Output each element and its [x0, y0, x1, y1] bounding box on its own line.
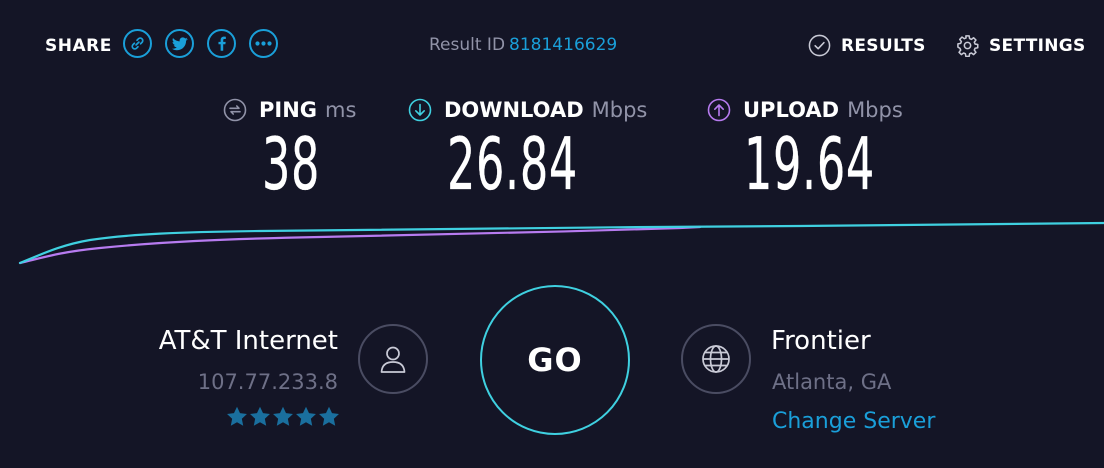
result-id: Result ID 8181416629 [429, 35, 617, 55]
ping-label: PING [259, 98, 318, 122]
server-location: Atlanta, GA [772, 370, 892, 394]
star-icon[interactable] [295, 406, 317, 427]
upload-value: 19.64 [744, 122, 875, 206]
gear-icon [956, 34, 979, 57]
upload-arrow-icon [707, 98, 731, 122]
link-icon[interactable] [123, 29, 152, 58]
ping-metric: PING ms [223, 98, 356, 122]
globe-icon [681, 324, 751, 394]
download-label: DOWNLOAD [444, 98, 584, 122]
result-id-value[interactable]: 8181416629 [509, 35, 617, 55]
more-icon[interactable] [249, 29, 278, 58]
ping-value: 38 [262, 122, 321, 206]
ping-unit: ms [325, 98, 357, 122]
upload-metric: UPLOAD Mbps [707, 98, 903, 122]
facebook-icon[interactable] [207, 29, 236, 58]
share-label: SHARE [45, 36, 112, 56]
server-name: Frontier [771, 326, 871, 356]
download-arrow-icon [408, 98, 432, 122]
results-label: RESULTS [841, 35, 926, 56]
isp-ip-address: 107.77.233.8 [197, 370, 338, 394]
user-icon [358, 324, 428, 394]
change-server-link[interactable]: Change Server [772, 409, 935, 434]
star-icon[interactable] [226, 406, 248, 427]
results-button[interactable]: RESULTS [808, 34, 926, 57]
star-icon[interactable] [318, 406, 340, 427]
download-value: 26.84 [447, 122, 578, 206]
check-circle-icon [808, 34, 831, 57]
star-icon[interactable] [249, 406, 271, 427]
ping-icon [223, 98, 247, 122]
result-id-label: Result ID [429, 35, 506, 55]
isp-rating[interactable] [226, 406, 341, 427]
go-button[interactable]: GO [480, 285, 630, 435]
upload-speed-line [18, 225, 702, 265]
twitter-icon[interactable] [165, 29, 194, 58]
speed-graph [18, 221, 1104, 265]
upload-label: UPLOAD [743, 98, 840, 122]
download-unit: Mbps [591, 98, 648, 122]
download-metric: DOWNLOAD Mbps [408, 98, 647, 122]
speedtest-result-screen: SHARE Result ID 8181416629 RESULTS SETTI… [0, 0, 1104, 468]
upload-unit: Mbps [847, 98, 903, 122]
settings-button[interactable]: SETTINGS [956, 34, 1086, 57]
isp-name: AT&T Internet [158, 326, 338, 356]
settings-label: SETTINGS [989, 35, 1086, 56]
star-icon[interactable] [272, 406, 294, 427]
download-speed-line [18, 221, 1104, 265]
